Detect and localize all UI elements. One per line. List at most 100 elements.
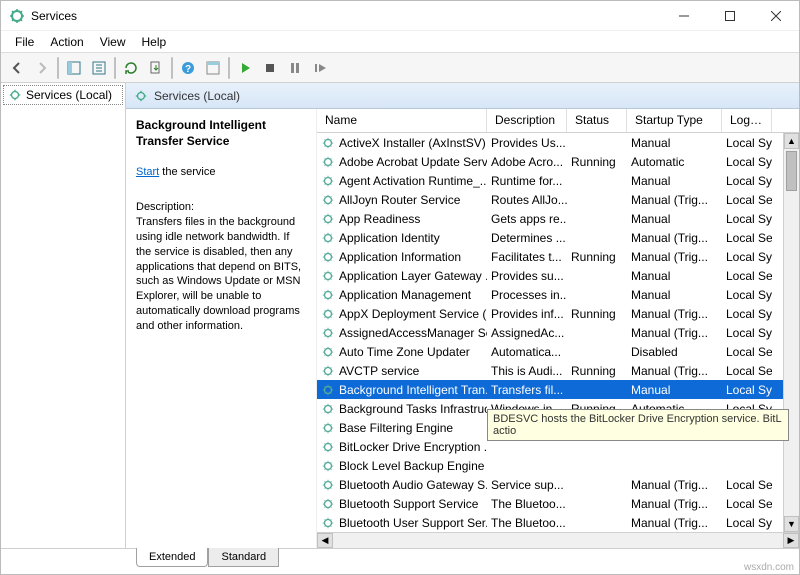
start-service-button[interactable] xyxy=(233,56,257,80)
cell-logon: Local Sy xyxy=(722,326,772,340)
cell-desc: This is Audi... xyxy=(487,364,567,378)
scroll-left-icon[interactable]: ◀ xyxy=(317,533,333,548)
col-description[interactable]: Description xyxy=(487,109,567,132)
col-name[interactable]: Name xyxy=(317,109,487,132)
service-row[interactable]: Application InformationFacilitates t...R… xyxy=(317,247,799,266)
cell-logon: Local Se xyxy=(722,193,772,207)
cell-desc: The Bluetoo... xyxy=(487,516,567,530)
service-row[interactable]: AssignedAccessManager Se...AssignedAc...… xyxy=(317,323,799,342)
cell-name: AVCTP service xyxy=(317,364,487,378)
menu-action[interactable]: Action xyxy=(42,33,91,51)
start-service-link[interactable]: Start xyxy=(136,166,159,178)
restart-service-button[interactable] xyxy=(308,56,332,80)
service-row[interactable]: AppX Deployment Service (...Provides inf… xyxy=(317,304,799,323)
service-row[interactable]: Bluetooth Support ServiceThe Bluetoo...M… xyxy=(317,494,799,513)
service-row[interactable]: Background Intelligent Tran...Transfers … xyxy=(317,380,799,399)
cell-startup: Manual (Trig... xyxy=(627,516,722,530)
cell-desc: Transfers fil... xyxy=(487,383,567,397)
service-row[interactable]: AVCTP serviceThis is Audi...RunningManua… xyxy=(317,361,799,380)
cell-logon: Local Se xyxy=(722,497,772,511)
forward-button[interactable] xyxy=(30,56,54,80)
menu-file[interactable]: File xyxy=(7,33,42,51)
cell-name: Application Information xyxy=(317,250,487,264)
cell-startup: Manual xyxy=(627,383,722,397)
service-row[interactable]: Application Layer Gateway ...Provides su… xyxy=(317,266,799,285)
cell-name: Application Layer Gateway ... xyxy=(317,269,487,283)
cell-name: Adobe Acrobat Update Serv... xyxy=(317,155,487,169)
cell-name: Auto Time Zone Updater xyxy=(317,345,487,359)
horizontal-scrollbar[interactable]: ◀ ▶ xyxy=(317,532,799,548)
scroll-thumb[interactable] xyxy=(786,151,797,191)
gear-icon xyxy=(134,89,148,103)
scroll-up-icon[interactable]: ▲ xyxy=(784,133,799,149)
service-row[interactable]: Block Level Backup Engine ... xyxy=(317,456,799,475)
cell-desc: Facilitates t... xyxy=(487,250,567,264)
help-button[interactable]: ? xyxy=(176,56,200,80)
cell-name: AppX Deployment Service (... xyxy=(317,307,487,321)
cell-startup: Manual xyxy=(627,269,722,283)
cell-desc: Runtime for... xyxy=(487,174,567,188)
cell-logon: Local Se xyxy=(722,269,772,283)
service-row[interactable]: Bluetooth User Support Ser...The Bluetoo… xyxy=(317,513,799,532)
cell-desc: Routes AllJo... xyxy=(487,193,567,207)
scroll-down-icon[interactable]: ▼ xyxy=(784,516,799,532)
back-button[interactable] xyxy=(5,56,29,80)
description-text: Transfers files in the background using … xyxy=(136,215,306,334)
show-hide-tree-button[interactable] xyxy=(62,56,86,80)
service-row[interactable]: Application ManagementProcesses in...Man… xyxy=(317,285,799,304)
menu-help[interactable]: Help xyxy=(134,33,175,51)
tab-standard[interactable]: Standard xyxy=(208,548,279,567)
service-row[interactable]: Adobe Acrobat Update Serv...Adobe Acro..… xyxy=(317,152,799,171)
cell-name: AssignedAccessManager Se... xyxy=(317,326,487,340)
cell-logon: Local Se xyxy=(722,478,772,492)
service-row[interactable]: Auto Time Zone UpdaterAutomatica...Disab… xyxy=(317,342,799,361)
refresh-button[interactable] xyxy=(119,56,143,80)
cell-desc: Automatica... xyxy=(487,345,567,359)
cell-logon: Local Sy xyxy=(722,136,772,150)
cell-name: App Readiness xyxy=(317,212,487,226)
properties-button[interactable] xyxy=(201,56,225,80)
export-list-button[interactable] xyxy=(144,56,168,80)
cell-name: ActiveX Installer (AxInstSV) xyxy=(317,136,487,150)
maximize-button[interactable] xyxy=(707,1,753,30)
col-logon[interactable]: Log On xyxy=(722,109,772,132)
cell-name: Application Identity xyxy=(317,231,487,245)
tab-extended[interactable]: Extended xyxy=(136,548,208,567)
cell-name: Bluetooth Audio Gateway S... xyxy=(317,478,487,492)
service-row[interactable]: Bluetooth Audio Gateway S...Service sup.… xyxy=(317,475,799,494)
service-row[interactable]: Agent Activation Runtime_...Runtime for.… xyxy=(317,171,799,190)
cell-logon: Local Sy xyxy=(722,383,772,397)
cell-logon: Local Sy xyxy=(722,212,772,226)
close-button[interactable] xyxy=(753,1,799,30)
col-startup[interactable]: Startup Type xyxy=(627,109,722,132)
tree-item-services-local[interactable]: Services (Local) xyxy=(3,85,123,105)
separator xyxy=(114,57,116,79)
stop-service-button[interactable] xyxy=(258,56,282,80)
service-row[interactable]: AllJoyn Router ServiceRoutes AllJo...Man… xyxy=(317,190,799,209)
scroll-right-icon[interactable]: ▶ xyxy=(783,533,799,548)
cell-startup: Manual (Trig... xyxy=(627,364,722,378)
pause-service-button[interactable] xyxy=(283,56,307,80)
service-row[interactable]: App ReadinessGets apps re...ManualLocal … xyxy=(317,209,799,228)
cell-name: Background Tasks Infrastruc... xyxy=(317,402,487,416)
export-button[interactable] xyxy=(87,56,111,80)
separator xyxy=(228,57,230,79)
cell-logon: Local Sy xyxy=(722,288,772,302)
minimize-button[interactable] xyxy=(661,1,707,30)
cell-logon: Local Sy xyxy=(722,307,772,321)
cell-name: BitLocker Drive Encryption ... xyxy=(317,440,487,454)
service-row[interactable]: ActiveX Installer (AxInstSV)Provides Us.… xyxy=(317,133,799,152)
col-status[interactable]: Status xyxy=(567,109,627,132)
service-row[interactable]: Application IdentityDetermines ...Manual… xyxy=(317,228,799,247)
cell-status: Running xyxy=(567,364,627,378)
panel-header: Services (Local) xyxy=(126,83,799,109)
vertical-scrollbar[interactable]: ▲ ▼ xyxy=(783,133,799,532)
menu-view[interactable]: View xyxy=(92,33,134,51)
cell-startup: Manual xyxy=(627,288,722,302)
cell-name: Agent Activation Runtime_... xyxy=(317,174,487,188)
cell-name: Application Management xyxy=(317,288,487,302)
cell-startup: Manual (Trig... xyxy=(627,307,722,321)
cell-desc: Gets apps re... xyxy=(487,212,567,226)
cell-logon: Local Se xyxy=(722,364,772,378)
cell-startup: Manual (Trig... xyxy=(627,231,722,245)
